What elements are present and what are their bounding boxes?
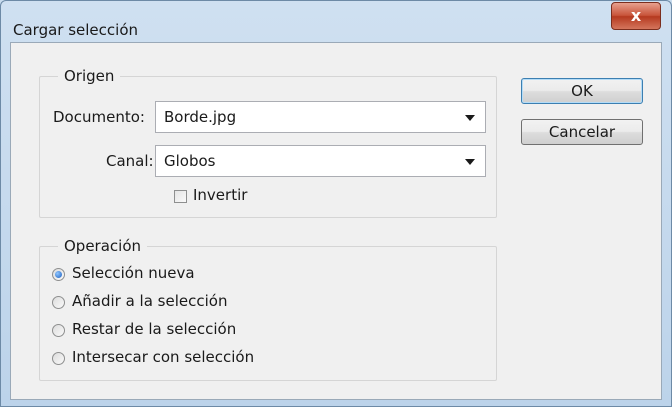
radio-button[interactable] <box>52 296 65 309</box>
chevron-down-icon <box>465 115 475 121</box>
window-title: Cargar selección <box>13 21 139 39</box>
radio-label: Intersecar con selección <box>72 348 255 366</box>
documento-value: Borde.jpg <box>164 108 237 126</box>
ok-button[interactable]: OK <box>521 78 643 104</box>
canal-value: Globos <box>164 152 216 170</box>
documento-label: Documento: <box>53 108 145 126</box>
close-button[interactable]: x <box>611 2 661 30</box>
close-icon: x <box>630 6 642 25</box>
canal-label: Canal: <box>106 152 154 170</box>
invertir-label[interactable]: Invertir <box>193 186 247 204</box>
origen-legend: Origen <box>58 67 121 85</box>
radio-button[interactable] <box>52 352 65 365</box>
operacion-group: Operación Selección nueva Añadir a la se… <box>39 237 497 381</box>
invertir-checkbox[interactable] <box>174 190 187 203</box>
radio-label: Restar de la selección <box>72 320 237 338</box>
documento-select[interactable]: Borde.jpg <box>155 101 486 133</box>
canal-select[interactable]: Globos <box>155 145 486 177</box>
chevron-down-icon <box>465 159 475 165</box>
radio-button[interactable] <box>52 324 65 337</box>
radio-label: Selección nueva <box>72 264 195 282</box>
radio-label: Añadir a la selección <box>72 292 228 310</box>
origen-group: Origen Documento: Borde.jpg Canal: Globo… <box>39 67 497 218</box>
title-bar[interactable]: Cargar selección x <box>1 1 671 41</box>
cancel-button[interactable]: Cancelar <box>521 119 643 145</box>
operacion-legend: Operación <box>58 237 148 255</box>
dialog-client-area: Origen Documento: Borde.jpg Canal: Globo… <box>10 42 662 400</box>
dialog-window: Cargar selección x Origen Documento: Bor… <box>0 0 672 407</box>
radio-button[interactable] <box>52 268 65 281</box>
